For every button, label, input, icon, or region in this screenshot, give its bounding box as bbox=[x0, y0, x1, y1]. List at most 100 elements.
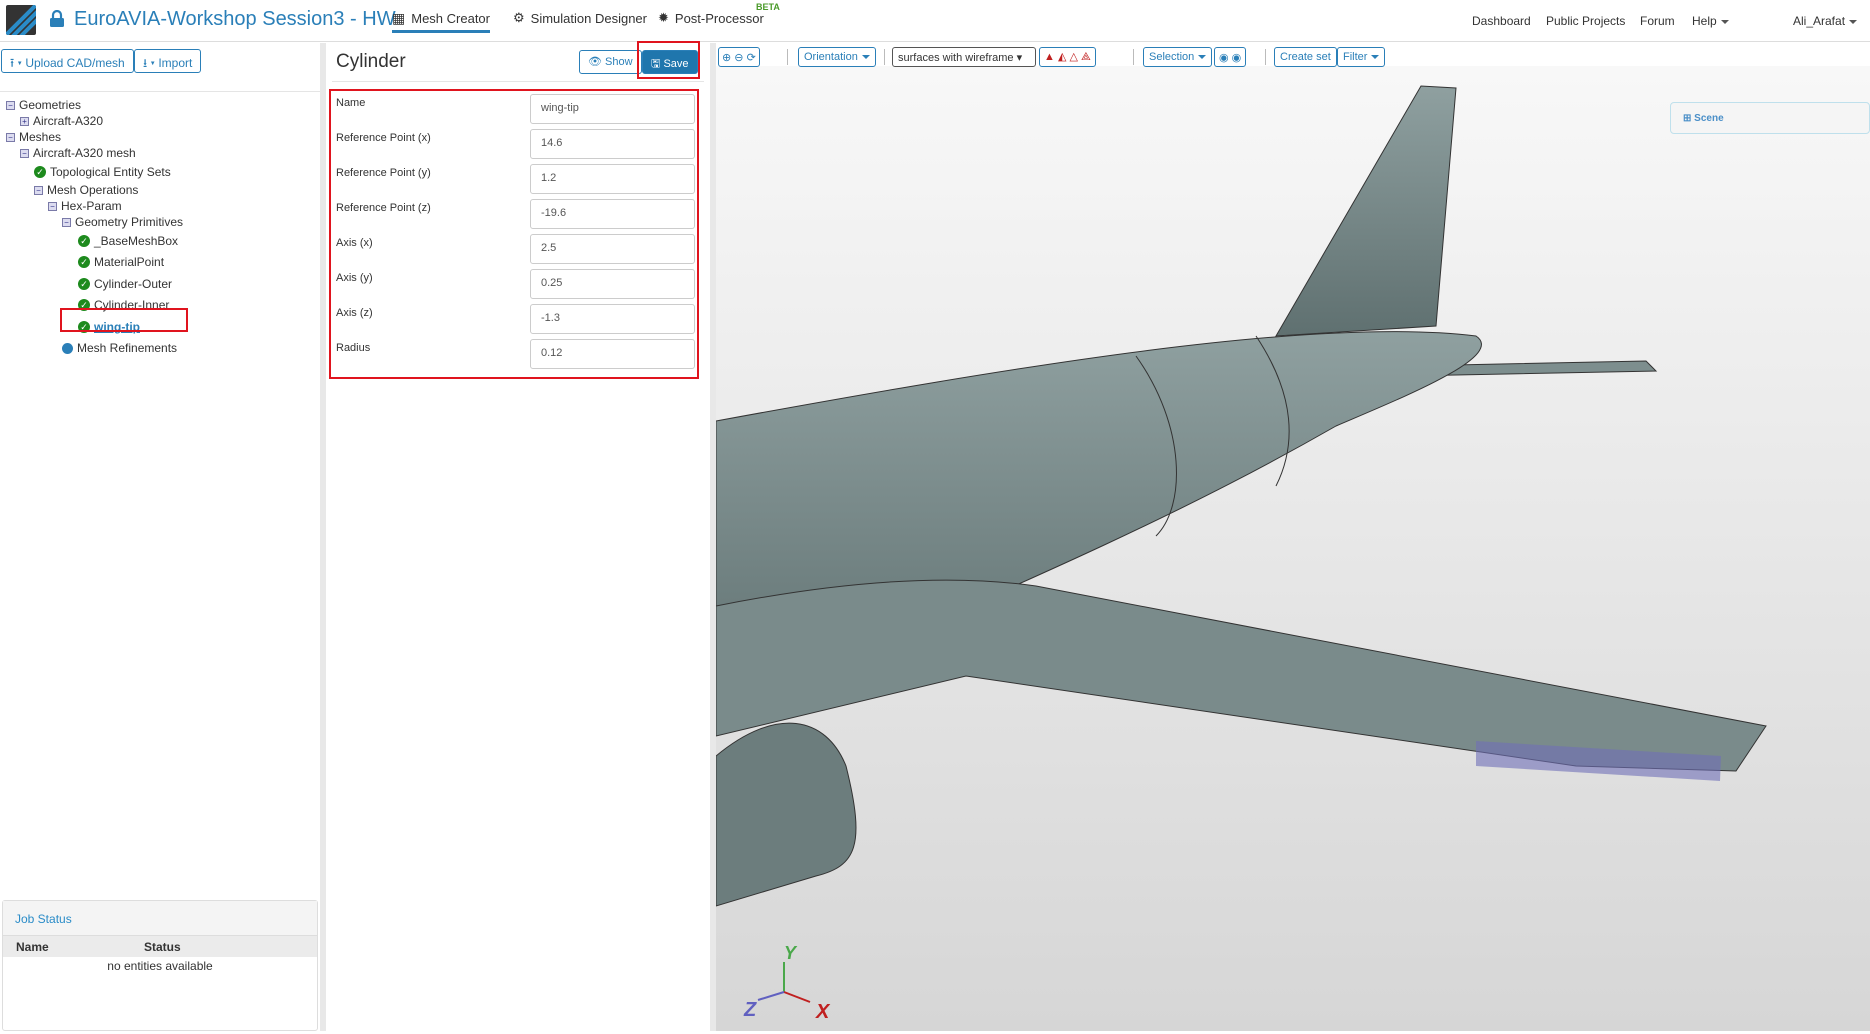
highlight-box bbox=[60, 308, 188, 332]
cog-icon: ✹ bbox=[658, 10, 669, 25]
separator bbox=[787, 49, 788, 65]
tab-mesh-creator[interactable]: ▦ Mesh Creator bbox=[392, 10, 490, 33]
tree-node[interactable]: ✓ _BaseMeshBox bbox=[78, 234, 178, 248]
collapse-icon[interactable]: − bbox=[34, 185, 43, 195]
app-logo[interactable] bbox=[6, 5, 36, 35]
zoom-controls: ⊕ ⊖ ⟳ bbox=[718, 47, 760, 67]
nav-dashboard[interactable]: Dashboard bbox=[1472, 14, 1531, 28]
render-mode-value: surfaces with wireframe bbox=[898, 52, 1014, 64]
hide-icon[interactable]: ◉ bbox=[1219, 52, 1229, 64]
beta-badge: BETA bbox=[756, 2, 780, 12]
zoom-out-icon[interactable]: ⊖ bbox=[734, 52, 743, 64]
tree-node[interactable]: − Mesh Operations bbox=[34, 183, 138, 197]
solid-shading-icon[interactable]: ▲ bbox=[1044, 51, 1055, 63]
check-circle-icon[interactable]: ✓ bbox=[78, 235, 90, 247]
top-navbar: EuroAVIA-Workshop Session3 - HW ▦ Mesh Cr… bbox=[0, 0, 1870, 42]
circle-icon[interactable] bbox=[62, 342, 73, 354]
tree-node[interactable]: Mesh Refinements bbox=[62, 341, 177, 355]
orientation-label: Orientation bbox=[804, 51, 858, 63]
wire-shading-icon[interactable]: ◭ bbox=[1058, 51, 1066, 63]
user-menu[interactable]: Ali_Arafat bbox=[1793, 14, 1858, 28]
tree-node[interactable]: + Aircraft-A320 bbox=[20, 114, 103, 128]
shading-buttons: ▲ ◭ △ ⟁ bbox=[1039, 47, 1096, 67]
z-axis-label: Z bbox=[744, 999, 757, 1021]
tree-node[interactable]: − Geometry Primitives bbox=[62, 215, 183, 229]
caret-down-icon bbox=[1849, 19, 1858, 24]
username: Ali_Arafat bbox=[1793, 14, 1846, 28]
nav-help[interactable]: Help bbox=[1692, 14, 1729, 28]
plus-icon: ⊞ bbox=[1683, 113, 1695, 124]
tree-node-label: Meshes bbox=[19, 130, 62, 144]
show-label: Show bbox=[605, 56, 633, 68]
job-empty-message: no entities available bbox=[107, 959, 213, 973]
collapse-icon[interactable]: − bbox=[20, 148, 29, 158]
check-circle-icon[interactable]: ✓ bbox=[78, 256, 90, 268]
zoom-in-icon[interactable]: ⊕ bbox=[722, 52, 731, 64]
eye-icon: 👁 bbox=[588, 56, 606, 68]
import-button[interactable]: ⭳ ▾ Import bbox=[134, 49, 202, 73]
project-title: EuroAVIA-Workshop Session3 - HW bbox=[74, 8, 396, 30]
tree-node-label: MaterialPoint bbox=[94, 255, 165, 269]
tab-label: Post-Processor bbox=[674, 10, 764, 26]
editor-title: Cylinder bbox=[336, 51, 406, 72]
tree-node[interactable]: ✓ MaterialPoint bbox=[78, 255, 164, 269]
caret-down-icon bbox=[1198, 55, 1207, 60]
render-mode-select[interactable]: surfaces with wireframe ▾ bbox=[892, 47, 1036, 67]
caret-down-icon bbox=[861, 55, 870, 60]
tree-node-label: Hex-Param bbox=[61, 199, 122, 213]
outline-icon[interactable]: △ bbox=[1069, 51, 1077, 63]
tree-node-label: Geometries bbox=[19, 98, 82, 112]
collapse-icon[interactable]: − bbox=[6, 100, 15, 110]
tree-node-label: Aircraft-A320 bbox=[33, 114, 104, 128]
lock-icon bbox=[50, 10, 64, 27]
aircraft-model bbox=[715, 85, 1767, 907]
download-icon: ⭳ ▾ bbox=[143, 56, 159, 70]
tree-node-label: _BaseMeshBox bbox=[94, 234, 179, 248]
scene-label: Scene bbox=[1694, 113, 1724, 124]
collapse-icon[interactable]: − bbox=[6, 132, 15, 142]
tree-node[interactable]: − Aircraft-A320 mesh bbox=[20, 146, 136, 160]
divider bbox=[332, 81, 704, 82]
selection-label: Selection bbox=[1149, 51, 1195, 63]
tree-node-label: Topological Entity Sets bbox=[50, 165, 171, 179]
expand-icon[interactable]: + bbox=[20, 116, 29, 126]
orientation-dropdown[interactable]: Orientation bbox=[798, 47, 876, 67]
collapse-icon[interactable]: − bbox=[62, 217, 71, 227]
tree-node-label: Mesh Operations bbox=[47, 183, 139, 197]
left-panel: ⭱ ▾ Upload CAD/mesh ⭳ ▾ Import − Geometri… bbox=[0, 43, 322, 1031]
tab-post-processor[interactable]: ✹ Post-Processor bbox=[658, 10, 764, 26]
collapse-icon[interactable]: − bbox=[48, 201, 57, 211]
filter-dropdown[interactable]: Filter bbox=[1337, 47, 1386, 67]
visibility-buttons: ◉ ◉ bbox=[1214, 47, 1247, 67]
form-highlight-box bbox=[329, 89, 699, 379]
scene-panel-toggle[interactable]: ⊞ Scene bbox=[1670, 102, 1870, 134]
col-name: Name bbox=[16, 940, 49, 954]
nav-public-projects[interactable]: Public Projects bbox=[1546, 14, 1625, 28]
tree-node[interactable]: − Hex-Param bbox=[48, 199, 122, 213]
tree-node[interactable]: ✓ Cylinder-Outer bbox=[78, 277, 172, 291]
nav-forum[interactable]: Forum bbox=[1640, 14, 1675, 28]
refresh-icon[interactable]: ⟳ bbox=[747, 52, 756, 64]
help-label: Help bbox=[1692, 14, 1717, 28]
tree-node[interactable]: ✓ Topological Entity Sets bbox=[34, 165, 171, 179]
selection-dropdown[interactable]: Selection bbox=[1143, 47, 1213, 67]
create-set-button[interactable]: Create set bbox=[1274, 47, 1337, 67]
tree-node[interactable]: − Meshes bbox=[6, 130, 61, 144]
tab-simulation-designer[interactable]: ⚙ Simulation Designer bbox=[513, 10, 647, 26]
show-button[interactable]: 👁 Show bbox=[579, 50, 642, 74]
job-status-title: Job Status bbox=[3, 901, 317, 936]
import-label: Import bbox=[158, 56, 193, 70]
tree-node-label: Mesh Refinements bbox=[77, 341, 178, 355]
separator bbox=[1133, 49, 1134, 65]
outline-red-icon[interactable]: ⟁ bbox=[1081, 51, 1091, 63]
upload-cad-button[interactable]: ⭱ ▾ Upload CAD/mesh bbox=[1, 49, 134, 73]
x-axis-label: X bbox=[816, 1001, 830, 1023]
3d-viewer[interactable]: ⊞ Scene Y X Z bbox=[715, 66, 1870, 1031]
tree-node[interactable]: − Geometries bbox=[6, 98, 81, 112]
check-circle-icon[interactable]: ✓ bbox=[78, 278, 90, 290]
eye-icon[interactable]: ◉ bbox=[1232, 52, 1242, 64]
separator bbox=[1265, 49, 1266, 65]
check-circle-icon[interactable]: ✓ bbox=[34, 166, 46, 178]
upload-icon: ⭱ ▾ bbox=[10, 56, 26, 70]
grid-icon: ▦ bbox=[392, 10, 406, 26]
